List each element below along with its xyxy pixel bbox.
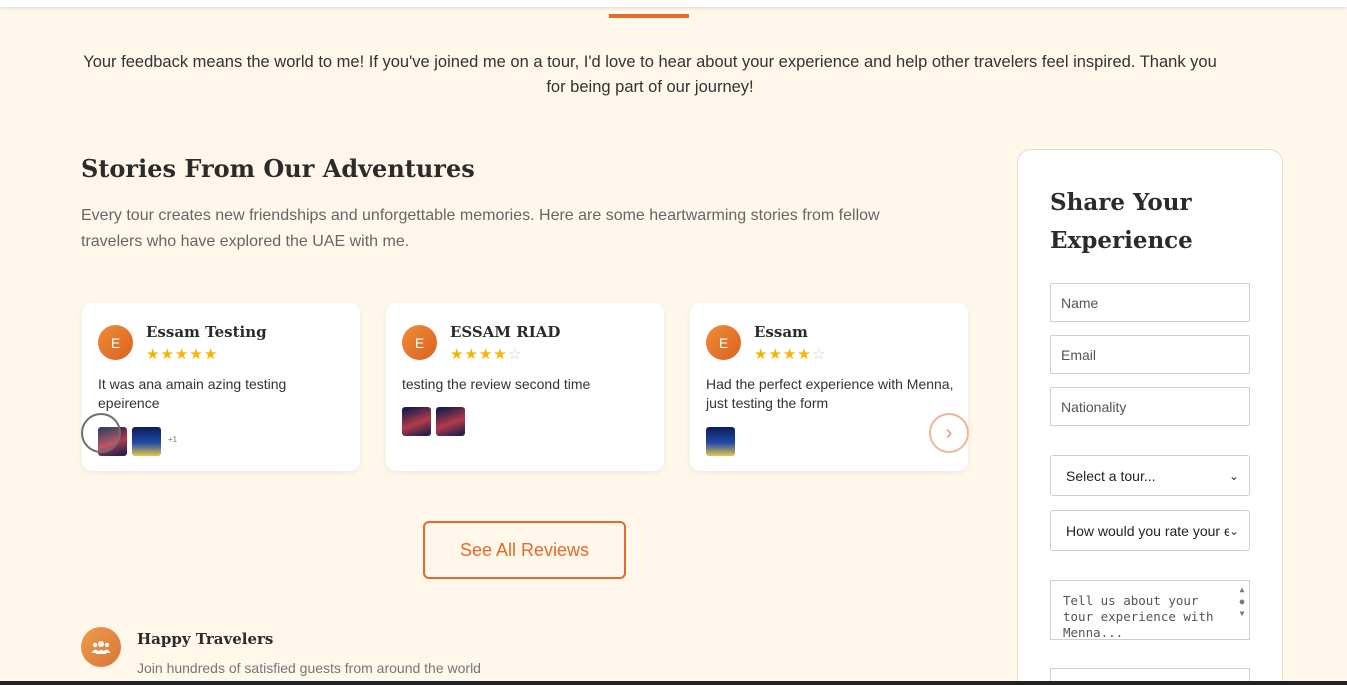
- review-photos: [402, 407, 465, 436]
- users-icon: [81, 627, 121, 667]
- reviewer-name: Essam: [754, 323, 808, 341]
- reviewer-name: Essam Testing: [146, 323, 267, 341]
- name-field[interactable]: [1050, 283, 1250, 322]
- tour-select[interactable]: Select a tour... ⌄: [1050, 455, 1250, 496]
- avatar: E: [706, 325, 741, 360]
- review-text: testing the review second time: [402, 376, 591, 392]
- review-photo[interactable]: [706, 427, 735, 456]
- star-rating: ★★★★☆: [450, 345, 522, 363]
- rating-select-value: How would you rate your experience?: [1066, 522, 1229, 539]
- review-photos: [706, 427, 735, 456]
- chevron-right-icon: ›: [945, 421, 953, 444]
- star-icon: ★: [493, 346, 508, 363]
- carousel-prev-button[interactable]: [81, 413, 121, 453]
- carousel-next-button[interactable]: ›: [929, 413, 969, 453]
- chevron-down-icon: ⌄: [1228, 468, 1239, 483]
- review-text: Had the perfect experience with Menna, j…: [706, 376, 954, 411]
- star-icon: ★: [189, 346, 204, 363]
- top-nav-bar: [0, 0, 1347, 7]
- textarea-scrollbar[interactable]: ▲ ● ▼: [1237, 584, 1247, 620]
- star-icon: ★: [146, 346, 161, 363]
- textarea-placeholder: Tell us about your tour experience with …: [1063, 593, 1214, 640]
- star-icon: ★: [160, 346, 175, 363]
- experience-textarea[interactable]: Tell us about your tour experience with …: [1050, 580, 1250, 640]
- share-experience-form: Share Your Experience Select a tour... ⌄…: [1017, 149, 1283, 685]
- intro-text: Your feedback means the world to me! If …: [83, 53, 1217, 96]
- bottom-edge-bar: [0, 681, 1347, 685]
- tour-select-value: Select a tour...: [1066, 467, 1156, 484]
- email-field[interactable]: [1050, 335, 1250, 374]
- star-empty-icon: ☆: [811, 346, 827, 363]
- review-text: It was ana amain azing testing epeirence: [98, 376, 287, 411]
- star-rating: ★★★★★: [146, 345, 218, 363]
- review-card: E ESSAM RIAD ★★★★☆ testing the review se…: [386, 303, 664, 471]
- star-icon: ★: [768, 346, 783, 363]
- star-icon: ★: [450, 346, 465, 363]
- more-photos-count[interactable]: +1: [168, 435, 177, 444]
- see-all-reviews-button[interactable]: See All Reviews: [423, 521, 626, 579]
- star-icon: ★: [174, 346, 190, 363]
- avatar: E: [402, 325, 437, 360]
- reviewer-name: ESSAM RIAD: [450, 323, 561, 341]
- star-icon: ★: [203, 346, 219, 363]
- stories-description: Every tour creates new friendships and u…: [81, 207, 880, 250]
- form-title: Share Your Experience: [1050, 189, 1193, 254]
- chevron-down-icon: ⌄: [1228, 523, 1239, 538]
- star-icon: ★: [797, 346, 812, 363]
- avatar: E: [98, 325, 133, 360]
- review-photo[interactable]: [132, 427, 161, 456]
- review-card: E Essam Testing ★★★★★ It was ana amain a…: [82, 303, 360, 471]
- stories-title: Stories From Our Adventures: [81, 154, 475, 183]
- rating-select[interactable]: How would you rate your experience? ⌄: [1050, 510, 1250, 551]
- nationality-field[interactable]: [1050, 387, 1250, 426]
- feature-title: Happy Travelers: [137, 630, 274, 648]
- review-card: E Essam ★★★★☆ Had the perfect experience…: [690, 303, 968, 471]
- feature-description: Join hundreds of satisfied guests from a…: [137, 660, 481, 676]
- star-icon: ★: [478, 346, 494, 363]
- star-icon: ★: [782, 346, 798, 363]
- star-icon: ★: [464, 346, 479, 363]
- review-photo[interactable]: [402, 407, 431, 436]
- review-photo[interactable]: [436, 407, 465, 436]
- star-rating: ★★★★☆: [754, 345, 826, 363]
- star-icon: ★: [754, 346, 769, 363]
- section-accent-line: [609, 14, 689, 18]
- star-empty-icon: ☆: [507, 346, 523, 363]
